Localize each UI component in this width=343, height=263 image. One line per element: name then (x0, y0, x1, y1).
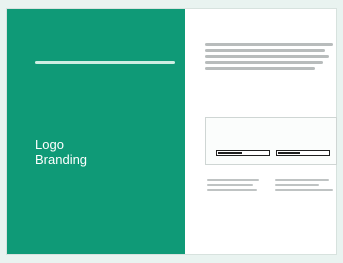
paragraph-line (205, 43, 333, 46)
right-paragraph (205, 43, 335, 73)
paragraph-line (205, 61, 323, 64)
right-notes (275, 179, 333, 194)
right-progress-fill (278, 152, 300, 154)
paragraph-line (205, 49, 325, 52)
page-background: Logo Branding (0, 0, 343, 263)
note-line (275, 179, 329, 181)
main-card: Logo Branding (6, 8, 337, 255)
paragraph-line (205, 55, 329, 58)
right-progress-bar (276, 150, 330, 156)
note-line (207, 184, 253, 186)
left-progress-bar (216, 150, 270, 156)
brand-title: Logo Branding (35, 137, 87, 167)
note-line (275, 184, 319, 186)
left-progress-fill (218, 152, 242, 154)
note-line (275, 189, 333, 191)
note-line (207, 179, 259, 181)
brand-title-line-2: Branding (35, 152, 88, 167)
note-line (207, 189, 257, 191)
left-brand-panel: Logo Branding (7, 9, 185, 254)
right-content-panel (185, 9, 337, 254)
left-notes (207, 179, 265, 194)
comparison-panel (205, 117, 337, 165)
left-progress-rule (35, 61, 175, 64)
brand-title-line-1: Logo (35, 137, 64, 152)
paragraph-line (205, 67, 315, 70)
